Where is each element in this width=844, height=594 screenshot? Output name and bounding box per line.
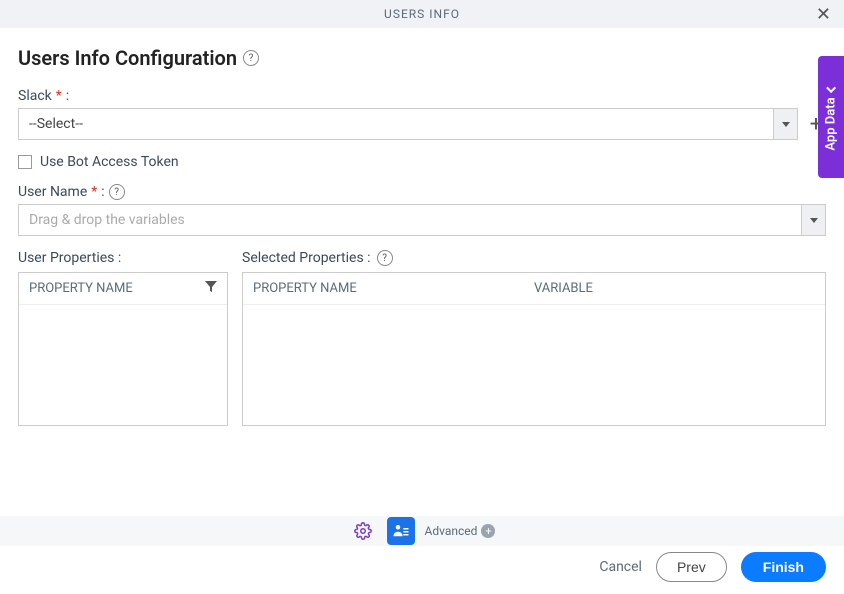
selected-properties-help-icon[interactable]: ? [377, 250, 393, 266]
username-input-wrap: Drag & drop the variables [18, 204, 826, 236]
slack-label: Slack * : [18, 88, 826, 104]
username-field: User Name * : ? Drag & drop the variable… [18, 184, 826, 236]
action-buttons: Cancel Prev Finish [599, 552, 826, 582]
advanced-toggle[interactable]: Advanced + [425, 524, 496, 538]
close-icon[interactable]: ✕ [816, 4, 832, 25]
app-data-side-tab[interactable]: App Data [818, 56, 844, 178]
slack-select-wrap: --Select-- + [18, 108, 826, 140]
slack-field: Slack * : --Select-- + [18, 88, 826, 140]
user-properties-grid-header: PROPERTY NAME [19, 273, 227, 305]
modal-title: USERS INFO [384, 7, 460, 21]
selected-properties-label: Selected Properties : ? [242, 250, 826, 266]
username-caret[interactable] [801, 205, 825, 235]
selected-properties-grid[interactable]: PROPERTY NAME VARIABLE [242, 272, 826, 426]
page-title: Users Info Configuration [18, 46, 237, 70]
user-properties-grid[interactable]: PROPERTY NAME [18, 272, 228, 426]
bot-token-row: Use Bot Access Token [18, 154, 826, 170]
filter-icon[interactable] [205, 281, 217, 297]
username-label: User Name * : ? [18, 184, 826, 200]
bot-token-checkbox[interactable] [18, 155, 32, 169]
properties-columns: User Properties : PROPERTY NAME Selected… [18, 250, 826, 426]
content-area: Users Info Configuration ? Slack * : --S… [0, 28, 844, 426]
plus-circle-icon: + [481, 524, 495, 538]
modal-header: USERS INFO ✕ [0, 0, 844, 28]
slack-select[interactable]: --Select-- [18, 108, 798, 140]
username-help-icon[interactable]: ? [109, 184, 125, 200]
page-title-row: Users Info Configuration ? [18, 46, 826, 70]
chevron-left-icon [826, 82, 836, 92]
cancel-button[interactable]: Cancel [599, 559, 642, 575]
user-properties-column: User Properties : PROPERTY NAME [18, 250, 228, 426]
selected-properties-grid-header: PROPERTY NAME VARIABLE [243, 273, 825, 305]
footer-toolbar: Advanced + [0, 516, 844, 546]
username-input[interactable]: Drag & drop the variables [18, 204, 826, 236]
gear-icon[interactable] [349, 517, 377, 545]
finish-button[interactable]: Finish [741, 552, 826, 582]
slack-select-caret[interactable] [773, 109, 797, 139]
bot-token-label: Use Bot Access Token [40, 154, 179, 170]
prev-button[interactable]: Prev [656, 552, 727, 582]
user-properties-label: User Properties : [18, 250, 228, 266]
help-icon[interactable]: ? [243, 50, 259, 66]
selected-properties-column: Selected Properties : ? PROPERTY NAME VA… [242, 250, 826, 426]
user-list-icon[interactable] [387, 517, 415, 545]
